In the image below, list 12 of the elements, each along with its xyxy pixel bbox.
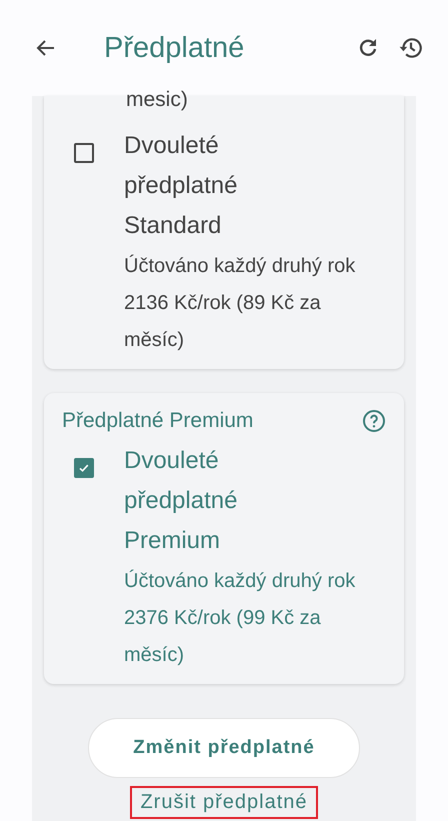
plan-title: Dvouleté předplatné Premium [124, 446, 238, 556]
price-description: Účtováno každý druhý rok 2136 Kč/rok (89 Kč za měsíc) [124, 254, 356, 353]
cancel-subscription-link[interactable]: Zrušit předplatné [130, 786, 318, 819]
checkbox[interactable] [74, 143, 94, 163]
help-icon[interactable] [362, 409, 386, 433]
price-description: mesic) [125, 88, 189, 112]
change-subscription-button[interactable]: Změnit předplatné [88, 718, 360, 778]
page-title: Předplatné [104, 32, 246, 64]
plan-title: Dvouleté předplatné Standard [124, 131, 238, 241]
card-heading: Předplatné Premium [62, 409, 254, 433]
price-description: Účtováno každý druhý rok 2376 Kč/rok (99 Kč za měsíc) [124, 568, 356, 668]
checkbox[interactable] [74, 458, 94, 478]
